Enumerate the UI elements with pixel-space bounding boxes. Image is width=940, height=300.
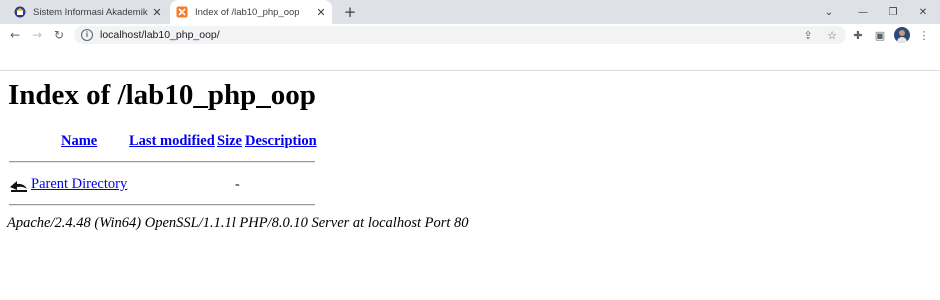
site-info-icon[interactable]: i [81,29,93,41]
close-window-button[interactable]: ✕ [906,0,940,24]
table-divider-top [9,161,315,163]
chrome-divider [0,70,940,71]
tab-title: Index of /lab10_php_oop [195,6,300,18]
tab-sistem-informasi[interactable]: Sistem Informasi Akademik ✕ [8,0,168,24]
column-header-last-modified[interactable]: Last modified [129,133,215,150]
address-bar-url[interactable]: localhost/lab10_php_oop/ [100,26,220,44]
tab-strip: Sistem Informasi Akademik ✕ Index of /la… [0,0,940,24]
share-icon[interactable]: ⇪ [800,27,816,43]
avatar-face [899,30,905,36]
new-tab-button[interactable]: + [340,2,360,22]
tab-close-icon[interactable]: ✕ [150,6,164,19]
column-header-name[interactable]: Name [61,133,97,150]
tab-title: Sistem Informasi Akademik [33,6,148,18]
server-signature: Apache/2.4.48 (Win64) OpenSSL/1.1.1l PHP… [7,215,469,231]
table-divider-bottom [9,204,315,206]
browser-toolbar: ← → ↻ i localhost/lab10_php_oop/ ⇪ ☆ ✚ ▣… [0,24,940,46]
forward-button[interactable]: → [27,25,47,45]
restore-button[interactable]: ❐ [876,0,910,24]
tab-close-icon[interactable]: ✕ [314,6,328,19]
back-arrow-icon [9,176,29,194]
page-heading: Index of /lab10_php_oop [8,79,316,111]
minimize-button[interactable]: — [846,0,880,24]
university-favicon-icon [14,6,26,18]
tab-index-of[interactable]: Index of /lab10_php_oop ✕ [170,0,332,24]
xampp-favicon-icon [176,6,188,18]
profile-avatar[interactable] [894,27,910,43]
parent-directory-link[interactable]: Parent Directory [31,176,127,193]
browser-menu-icon[interactable]: ⋮ [914,25,934,45]
bookmark-star-icon[interactable]: ☆ [824,27,840,43]
avatar-body [897,37,907,43]
tab-search-icon[interactable]: ⌄ [812,0,846,24]
side-panel-icon[interactable]: ▣ [870,25,890,45]
back-button[interactable]: ← [5,25,25,45]
column-header-size[interactable]: Size [217,133,242,150]
parent-directory-size: - [235,177,240,192]
reload-button[interactable]: ↻ [49,25,69,45]
column-header-description[interactable]: Description [245,133,317,150]
extensions-icon[interactable]: ✚ [848,25,868,45]
address-bar[interactable]: i localhost/lab10_php_oop/ ⇪ ☆ [74,26,846,44]
